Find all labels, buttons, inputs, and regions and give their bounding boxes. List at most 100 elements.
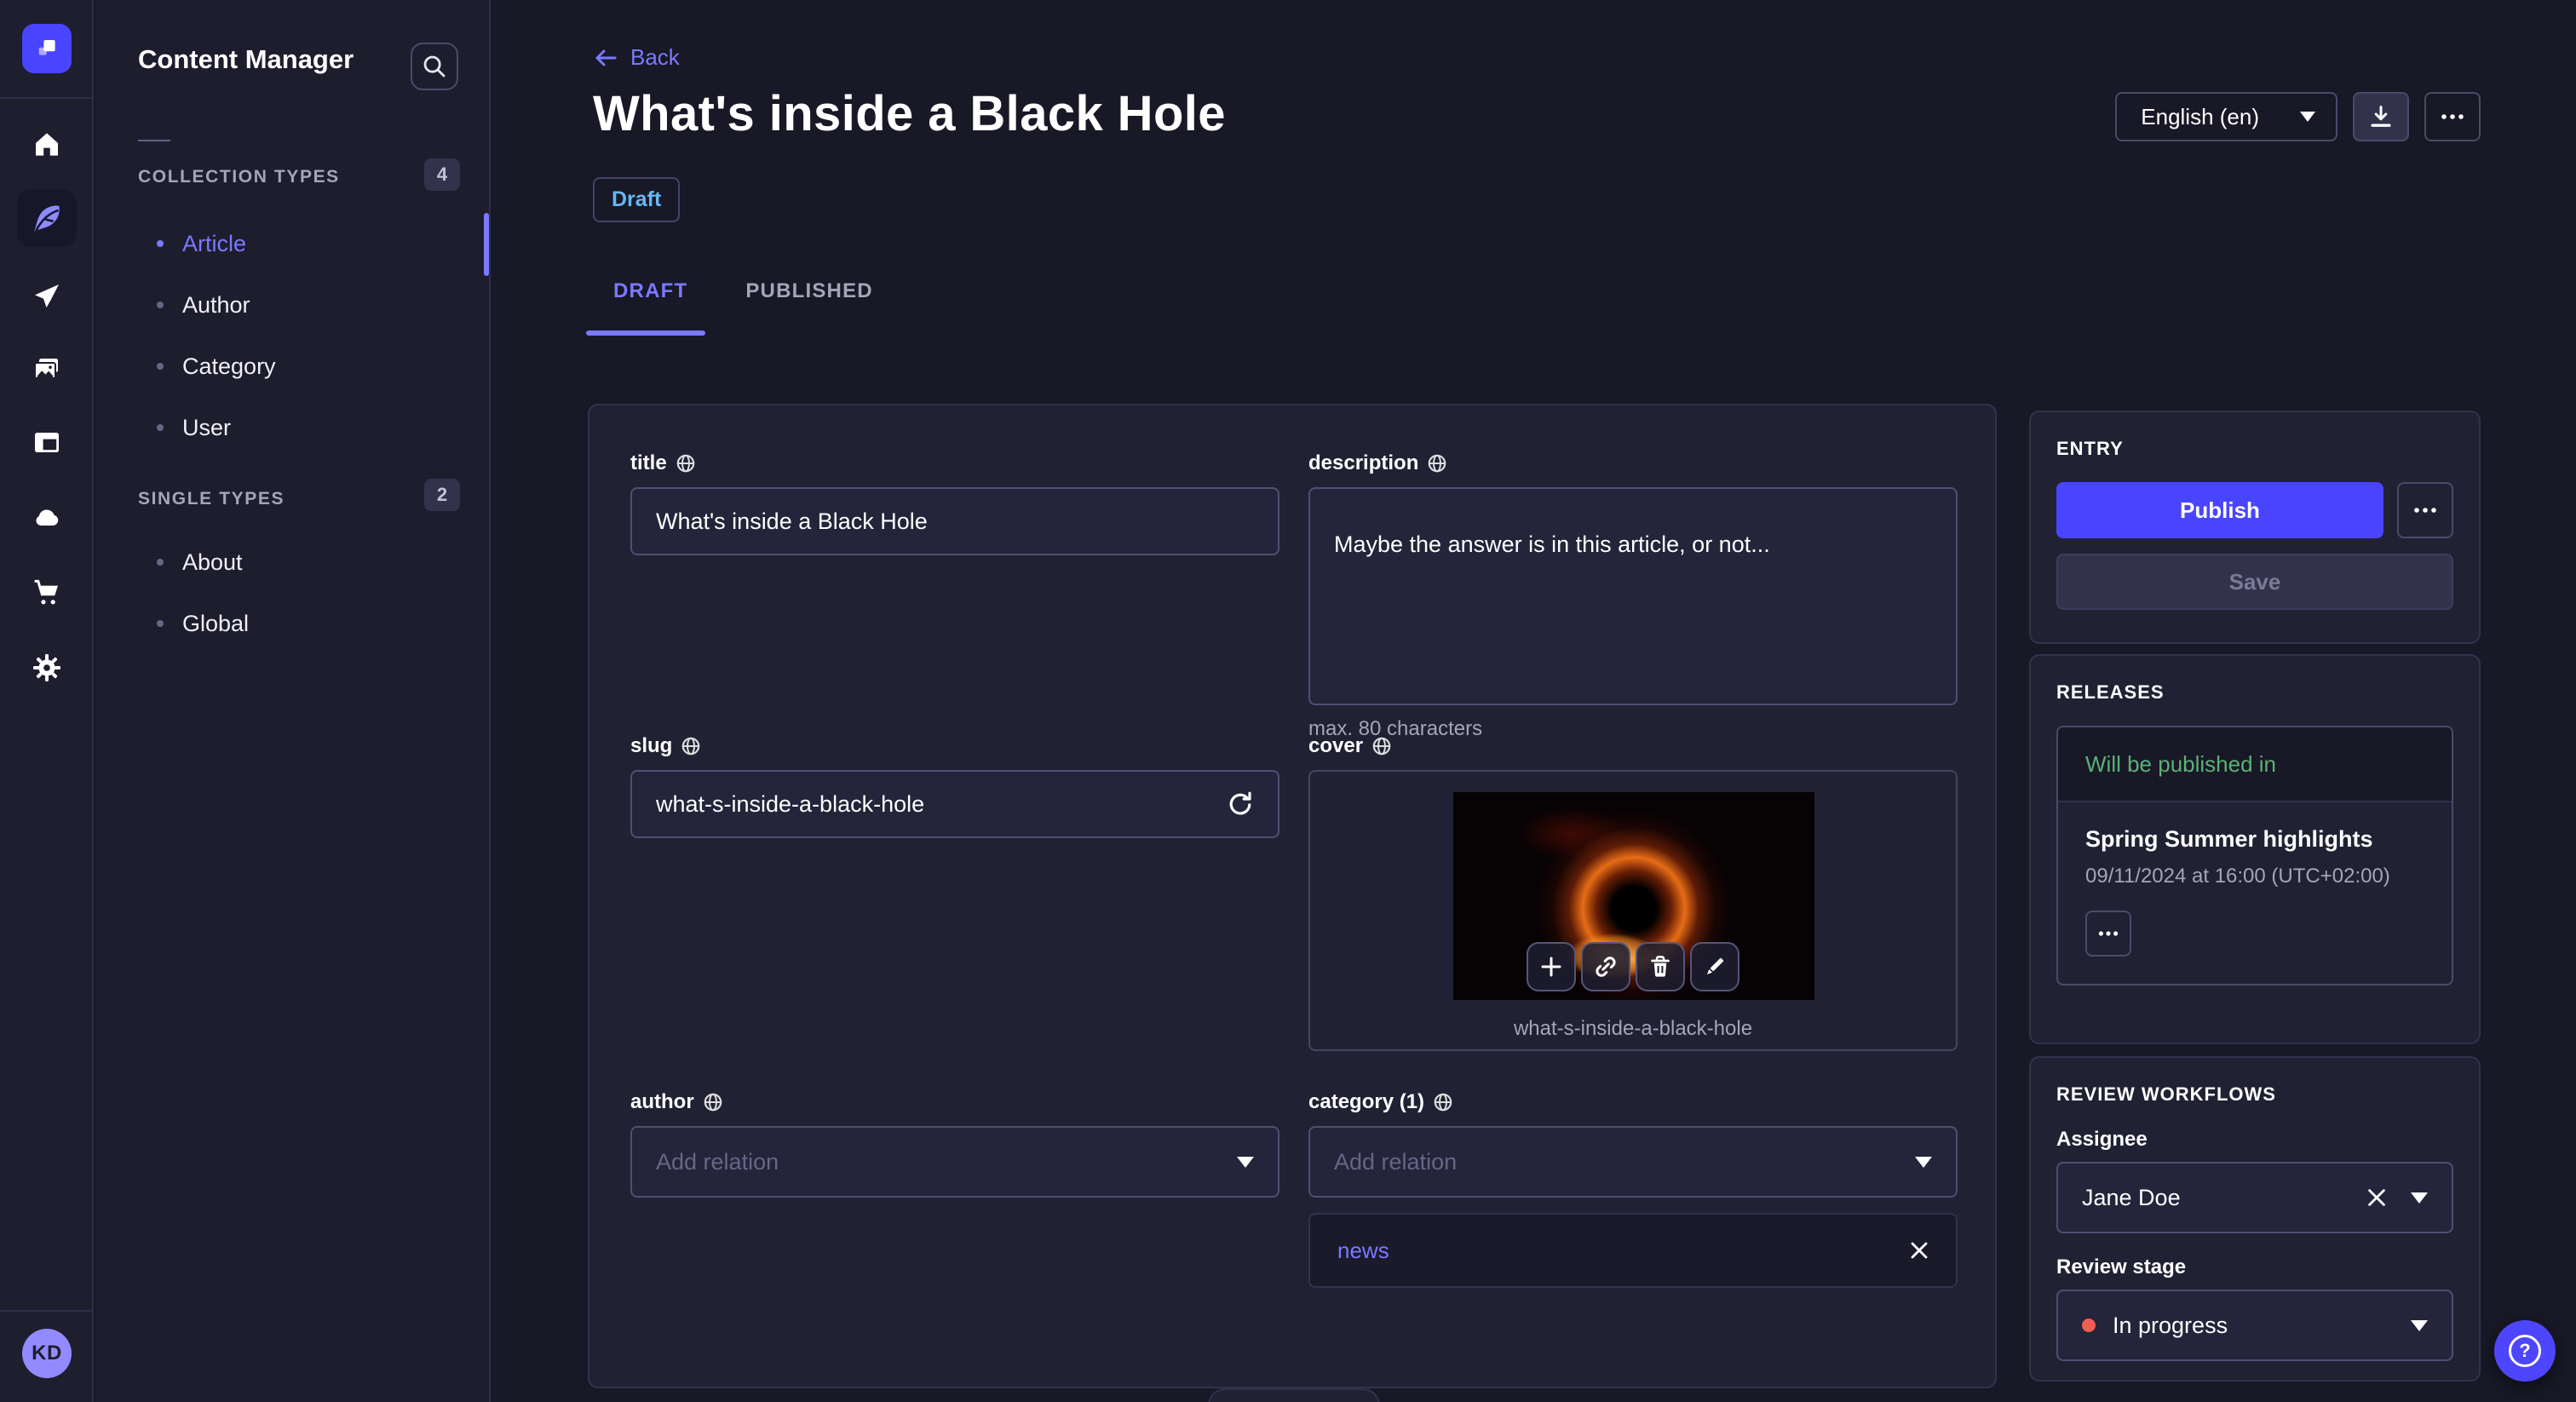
nav-media-library[interactable] — [0, 348, 94, 392]
globe-i18n-icon — [1434, 1093, 1452, 1112]
download-button[interactable] — [2353, 92, 2409, 141]
refresh-icon — [1229, 791, 1251, 815]
releases-panel: RELEASES Will be published in Spring Sum… — [2029, 654, 2481, 1044]
cover-delete-button[interactable] — [1636, 942, 1685, 991]
main-content: Back What's inside a Black Hole English … — [491, 0, 2576, 1402]
cover-edit-button[interactable] — [1690, 942, 1739, 991]
author-relation-select[interactable]: Add relation — [630, 1126, 1279, 1198]
help-button[interactable]: ? — [2494, 1320, 2556, 1382]
nav-rail: KD — [0, 0, 94, 1402]
paper-plane-icon — [35, 284, 59, 307]
strapi-logo-icon — [38, 40, 55, 55]
release-status: Will be published in — [2058, 727, 2452, 802]
field-category-label: category (1) — [1308, 1090, 1958, 1114]
nav-content-manager[interactable] — [17, 189, 77, 247]
strapi-logo[interactable] — [22, 24, 72, 73]
slug-input-value: what-s-inside-a-black-hole — [656, 790, 925, 817]
collection-types-count-badge: 4 — [424, 158, 460, 191]
sidebar-title: Content Manager — [138, 44, 354, 74]
cover-media-card: what-s-inside-a-black-hole — [1308, 770, 1958, 1051]
cover-caption: what-s-inside-a-black-hole — [1513, 1017, 1753, 1040]
stage-status-dot — [2082, 1319, 2096, 1332]
nav-home[interactable] — [0, 123, 94, 167]
close-x-icon — [1911, 1242, 1928, 1259]
clear-assignee-button[interactable] — [2366, 1187, 2387, 1208]
category-relation-select[interactable]: Add relation — [1308, 1126, 1958, 1198]
caret-down-icon — [2411, 1192, 2428, 1204]
caret-down-icon — [1237, 1156, 1254, 1168]
content-manager-sidebar: Content Manager COLLECTION TYPES 4 Artic… — [95, 0, 491, 1402]
sidebar-item-label: Article — [182, 230, 247, 256]
sidebar-scrollbar-thumb[interactable] — [484, 213, 489, 276]
relation-link-news[interactable]: news — [1337, 1238, 1910, 1264]
caret-down-icon — [2300, 112, 2315, 122]
bullet-icon — [157, 620, 164, 627]
category-placeholder: Add relation — [1334, 1148, 1458, 1175]
caret-down-icon — [1915, 1156, 1932, 1168]
title-input-value: What's inside a Black Hole — [656, 508, 928, 534]
save-button[interactable]: Save — [2056, 554, 2453, 610]
remove-relation-button[interactable] — [1910, 1241, 1929, 1260]
field-slug: slug what-s-inside-a-black-hole — [630, 734, 1279, 838]
field-title: title What's inside a Black Hole — [630, 451, 1279, 555]
back-link[interactable]: Back — [593, 44, 680, 71]
cover-add-button[interactable] — [1527, 942, 1576, 991]
assignee-select[interactable]: Jane Doe — [2056, 1162, 2453, 1233]
bullet-icon — [157, 424, 164, 431]
back-label: Back — [630, 44, 680, 70]
settings-gear-icon — [33, 654, 60, 681]
sidebar-item-label: About — [182, 549, 243, 575]
entry-more-button[interactable] — [2397, 482, 2453, 538]
sidebar-item-user[interactable]: User — [157, 409, 231, 446]
sidebar-item-article[interactable]: Article — [157, 225, 246, 262]
globe-i18n-icon — [1372, 737, 1391, 756]
label-text: author — [630, 1090, 694, 1113]
status-badge: Draft — [593, 177, 681, 222]
nav-marketplace[interactable] — [0, 571, 94, 615]
search-button[interactable] — [411, 43, 458, 90]
globe-i18n-icon — [1429, 454, 1446, 473]
publish-button[interactable]: Publish — [2056, 482, 2383, 538]
regenerate-slug-button[interactable] — [1227, 790, 1254, 818]
home-icon — [36, 133, 58, 156]
sidebar-item-category[interactable]: Category — [157, 348, 276, 385]
release-name: Spring Summer highlights — [2085, 826, 2373, 852]
review-workflows-heading: REVIEW WORKFLOWS — [2056, 1083, 2276, 1105]
slug-input[interactable]: what-s-inside-a-black-hole — [630, 770, 1279, 838]
review-stage-select[interactable]: In progress — [2056, 1290, 2453, 1361]
sidebar-item-about[interactable]: About — [157, 543, 243, 581]
stage-value: In progress — [2113, 1312, 2228, 1338]
collapsed-panel-peek[interactable] — [1208, 1388, 1380, 1402]
globe-i18n-icon — [682, 737, 700, 756]
header-more-button[interactable] — [2424, 92, 2481, 141]
nav-content-type-builder[interactable] — [0, 421, 94, 465]
sidebar-item-global[interactable]: Global — [157, 605, 249, 642]
nav-settings[interactable] — [0, 646, 94, 690]
tab-published[interactable]: PUBLISHED — [745, 279, 872, 303]
entry-panel: ENTRY Publish Save — [2029, 411, 2481, 644]
close-x-icon — [2368, 1189, 2385, 1206]
label-text: slug — [630, 734, 673, 757]
label-text: title — [630, 451, 667, 474]
field-description: description Maybe the answer is in this … — [1308, 451, 1958, 741]
cover-copy-link-button[interactable] — [1581, 942, 1630, 991]
user-avatar[interactable]: KD — [22, 1329, 72, 1378]
field-description-label: description — [1308, 451, 1958, 475]
more-dots-icon — [2098, 931, 2119, 936]
nav-cloud[interactable] — [0, 496, 94, 540]
search-icon — [423, 55, 446, 78]
description-textarea[interactable]: Maybe the answer is in this article, or … — [1308, 487, 1958, 705]
field-author: author Add relation — [630, 1090, 1279, 1198]
title-input[interactable]: What's inside a Black Hole — [630, 487, 1279, 555]
sidebar-item-label: User — [182, 414, 232, 440]
locale-select[interactable]: English (en) — [2115, 92, 2337, 141]
marketplace-cart-icon — [34, 579, 58, 605]
release-more-button[interactable] — [2085, 911, 2131, 957]
section-collection-types: COLLECTION TYPES — [138, 167, 340, 187]
tab-draft[interactable]: DRAFT — [613, 279, 687, 303]
active-tab-underline — [586, 330, 705, 336]
section-single-types: SINGLE TYPES — [138, 489, 285, 509]
nav-deploy[interactable] — [0, 274, 94, 319]
sidebar-item-author[interactable]: Author — [157, 286, 250, 324]
release-card: Will be published in Spring Summer highl… — [2056, 726, 2453, 985]
